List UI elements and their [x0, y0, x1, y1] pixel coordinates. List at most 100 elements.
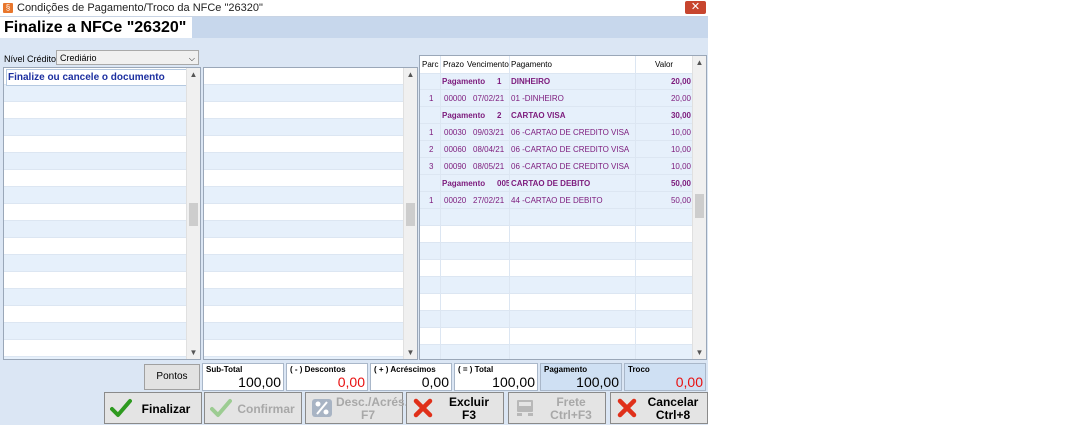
check-icon — [110, 399, 132, 417]
chevron-down-icon: ⌵ — [188, 54, 195, 63]
list-row — [4, 289, 187, 306]
pagamento-box: Pagamento 100,00 — [540, 363, 622, 391]
payment-installment-row[interactable]: 1 00030 09/03/21 06 -CARTAO DE CREDITO VISA… — [420, 124, 693, 141]
pontos-button[interactable]: Pontos — [144, 364, 200, 390]
list-row — [204, 221, 404, 238]
payment-valor: 10,00 — [670, 145, 691, 154]
payment-vencimento: 07/02/21 — [473, 94, 505, 103]
cancelar-button[interactable]: Cancelar Ctrl+8 — [610, 392, 708, 424]
list-row — [4, 357, 187, 359]
scroll-down-icon[interactable]: ▼ — [187, 346, 200, 359]
scroll-up-icon[interactable]: ▲ — [187, 68, 200, 81]
col-parc: Parc — [422, 60, 439, 69]
items-list[interactable]: ▲ ▼ — [203, 67, 418, 360]
payment-valor: 10,00 — [670, 162, 691, 171]
payment-description: 06 -CARTAO DE CREDITO VISA — [511, 162, 630, 171]
payment-group-row[interactable]: Pagamento 005 CARTAO DE DEBITO 50,00 — [420, 175, 693, 192]
subtotal-label: Sub-Total — [206, 365, 243, 374]
payment-parc: 1 — [429, 196, 434, 205]
payment-dialog: § Condições de Pagamento/Troco da NFCe "… — [0, 0, 708, 425]
payment-group-valor: 30,00 — [670, 111, 691, 120]
list-row — [420, 294, 693, 311]
check-icon — [210, 399, 232, 417]
scroll-thumb[interactable] — [189, 203, 198, 226]
message-list-rows — [4, 68, 187, 359]
descontos-box: ( - ) Descontos 0,00 — [286, 363, 368, 391]
payment-group-name: CARTAO VISA — [511, 111, 566, 120]
truck-icon — [517, 400, 533, 416]
frete-button[interactable]: Frete Ctrl+F3 — [508, 392, 606, 424]
payment-installment-row[interactable]: 3 00090 08/05/21 06 -CARTAO DE CREDITO VISA… — [420, 158, 693, 175]
pagamento-label: Pagamento — [544, 365, 588, 374]
payment-parc: 2 — [429, 145, 434, 154]
list-row — [4, 323, 187, 340]
scroll-thumb[interactable] — [406, 203, 415, 226]
troco-value: 0,00 — [675, 374, 703, 390]
list-row — [420, 277, 693, 294]
payment-valor: 20,00 — [670, 94, 691, 103]
close-icon[interactable]: ✕ — [685, 1, 706, 14]
payments-header: Parc Prazo Vencimento Pagamento Valor — [420, 56, 693, 74]
total-value: 100,00 — [492, 374, 535, 390]
list-row — [4, 340, 187, 357]
payment-parc: 3 — [429, 162, 434, 171]
payment-group-number: 1 — [497, 77, 502, 86]
payment-group-label: Pagamento — [442, 179, 486, 188]
payment-prazo: 00000 — [444, 94, 467, 103]
payment-vencimento: 27/02/21 — [473, 196, 505, 205]
payments-table[interactable]: Parc Prazo Vencimento Pagamento Valor Pa… — [419, 55, 707, 360]
list-row — [204, 323, 404, 340]
list-row — [204, 289, 404, 306]
nivel-credito-label: Nível Crédito — [4, 54, 57, 64]
items-list-scrollbar[interactable]: ▲ ▼ — [403, 68, 417, 359]
payment-group-number: 2 — [497, 111, 502, 120]
col-vencimento: Vencimento — [467, 60, 509, 69]
list-row — [204, 357, 404, 359]
list-row — [4, 255, 187, 272]
excluir-shortcut: F3 — [461, 408, 476, 422]
scroll-up-icon[interactable]: ▲ — [693, 56, 706, 69]
nivel-credito-value: Crediário — [60, 53, 97, 63]
close-icon — [617, 398, 637, 418]
list-row — [204, 255, 404, 272]
finalize-message: Finalize ou cancele o documento — [6, 69, 189, 86]
col-valor: Valor — [655, 60, 674, 69]
list-row — [4, 85, 187, 102]
nivel-credito-select[interactable]: Crediário ⌵ — [56, 50, 199, 65]
scroll-down-icon[interactable]: ▼ — [404, 346, 417, 359]
list-row — [4, 187, 187, 204]
desc-acres-button[interactable]: Desc./Acrés. F7 — [305, 392, 408, 424]
payment-group-row[interactable]: Pagamento 1 DINHEIRO 20,00 — [420, 73, 693, 90]
excluir-button[interactable]: Excluir F3 — [406, 392, 504, 424]
list-row — [420, 260, 693, 277]
list-row — [4, 102, 187, 119]
payments-scrollbar[interactable]: ▲ ▼ — [692, 56, 706, 359]
payment-prazo: 00090 — [444, 162, 467, 171]
frete-shortcut: Ctrl+F3 — [550, 408, 592, 422]
payment-installment-row[interactable]: 2 00060 08/04/21 06 -CARTAO DE CREDITO VISA… — [420, 141, 693, 158]
desc-acres-shortcut: F7 — [360, 408, 375, 422]
payment-installment-row[interactable]: 1 00020 27/02/21 44 -CARTAO DE DEBITO 50,00 — [420, 192, 693, 209]
list-row — [204, 153, 404, 170]
payment-group-row[interactable]: Pagamento 2 CARTAO VISA 30,00 — [420, 107, 693, 124]
cancelar-shortcut: Ctrl+8 — [655, 408, 691, 422]
payment-vencimento: 08/04/21 — [473, 145, 505, 154]
list-row — [204, 187, 404, 204]
list-row — [204, 170, 404, 187]
finalizar-button[interactable]: Finalizar — [104, 392, 202, 424]
list-row — [204, 136, 404, 153]
scroll-down-icon[interactable]: ▼ — [693, 346, 706, 359]
payment-parc: 1 — [429, 94, 434, 103]
confirmar-button[interactable]: Confirmar — [204, 392, 302, 424]
subtotal-value: 100,00 — [238, 374, 281, 390]
payment-installment-row[interactable]: 1 00000 07/02/21 01 -DINHEIRO 20,00 — [420, 90, 693, 107]
troco-box: Troco 0,00 — [624, 363, 706, 391]
scroll-up-icon[interactable]: ▲ — [404, 68, 417, 81]
payment-valor: 50,00 — [670, 196, 691, 205]
payment-description: 01 -DINHEIRO — [511, 94, 564, 103]
message-list[interactable]: Finalize ou cancele o documento ▲ ▼ — [3, 67, 201, 360]
list-row — [420, 328, 693, 345]
message-list-scrollbar[interactable]: ▲ ▼ — [186, 68, 200, 359]
col-divider — [440, 56, 441, 359]
scroll-thumb[interactable] — [695, 194, 704, 218]
